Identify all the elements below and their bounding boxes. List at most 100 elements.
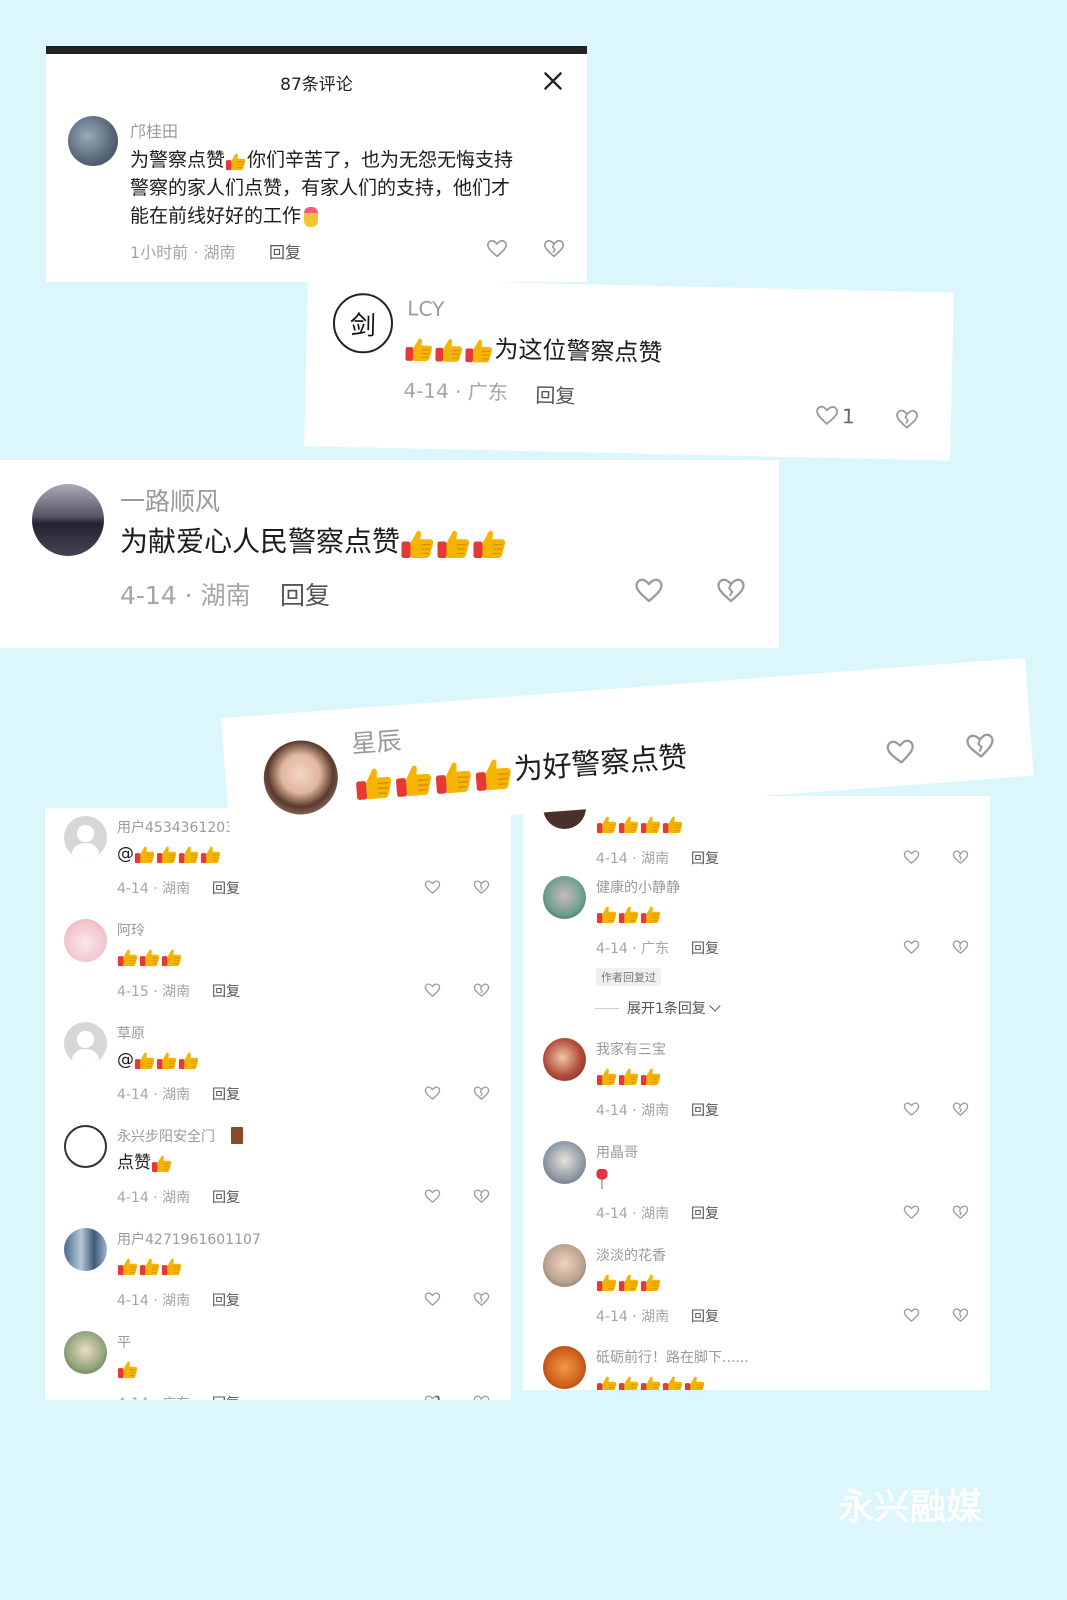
commenter-name[interactable]: 平 [117, 1332, 131, 1352]
comment-text [596, 902, 662, 926]
reply-button[interactable]: 回复 [212, 1393, 240, 1400]
thumbs-up-icon [596, 1272, 662, 1292]
dislike-heart-icon[interactable] [952, 1101, 969, 1118]
commenter-name[interactable]: 我家有三宝 [596, 1039, 666, 1059]
comment-text-part: @ [117, 844, 134, 864]
avatar[interactable] [543, 1244, 586, 1287]
heart-icon[interactable] [486, 238, 508, 260]
avatar[interactable] [64, 1331, 107, 1374]
avatar[interactable] [64, 1228, 107, 1271]
reply-button[interactable]: 回复 [691, 1100, 719, 1120]
like-count: 1 [434, 1395, 442, 1400]
reply-button[interactable]: 回复 [691, 848, 719, 868]
reply-button[interactable]: 回复 [691, 1306, 719, 1326]
dislike-heart-icon[interactable] [473, 1291, 490, 1308]
avatar[interactable] [68, 116, 118, 166]
dislike-heart-icon[interactable] [716, 576, 746, 606]
comment-meta: 4-14 · 湖南 [117, 881, 191, 897]
dislike-heart-icon[interactable] [952, 939, 969, 956]
expand-replies-row[interactable]: 展开1条回复 [595, 998, 721, 1018]
comment-meta: 4-15 · 湖南 [117, 984, 191, 1000]
dislike-heart-icon[interactable] [543, 238, 565, 260]
list-item: 用晶哥 4-14 · 湖南 回复 [523, 1141, 990, 1241]
avatar[interactable] [64, 1125, 107, 1168]
dislike-heart-icon[interactable] [964, 730, 996, 762]
comment-text: 为好警察点赞 [353, 736, 689, 804]
avatar[interactable] [543, 876, 586, 919]
door-icon [231, 1127, 243, 1144]
avatar[interactable] [64, 1022, 107, 1065]
heart-icon[interactable] [903, 849, 920, 866]
heart-icon[interactable] [424, 1188, 441, 1205]
heart-icon[interactable] [815, 404, 840, 429]
thumbs-up-icon [596, 1374, 706, 1390]
comment-text: 点赞 [117, 1151, 173, 1175]
comment-text: 为这位警察点赞 [404, 330, 663, 370]
reply-button[interactable]: 回复 [212, 1084, 240, 1104]
reply-button[interactable]: 回复 [212, 878, 240, 898]
heart-icon[interactable] [424, 982, 441, 999]
commenter-name[interactable]: 砥砺前行！路在脚下...... [596, 1347, 749, 1367]
reply-button[interactable]: 回复 [212, 1290, 240, 1310]
avatar[interactable] [543, 1038, 586, 1081]
list-item: 阿玲 4-15 · 湖南 回复 [45, 917, 511, 1017]
avatar[interactable] [64, 919, 107, 962]
reply-button[interactable]: 回复 [269, 239, 301, 263]
heart-icon[interactable] [903, 1204, 920, 1221]
commenter-name[interactable]: 星辰 [350, 721, 403, 761]
dislike-heart-icon[interactable] [952, 849, 969, 866]
reply-button[interactable]: 回复 [280, 576, 330, 612]
dislike-heart-icon[interactable] [473, 879, 490, 896]
avatar[interactable] [261, 737, 341, 818]
commenter-name[interactable]: 永兴步阳安全门 [117, 1126, 215, 1146]
comment-list-right: 4-14 · 湖南 回复 健康的小静静 4-14 · 广东 回复 作者回复过 我家有三宝 4-… [523, 796, 990, 1390]
reply-button[interactable]: 回复 [212, 981, 240, 1001]
reply-button[interactable]: 回复 [535, 379, 576, 409]
commenter-name[interactable]: 一路顺风 [120, 482, 220, 518]
close-icon[interactable] [540, 68, 566, 94]
dislike-heart-icon[interactable] [473, 982, 490, 999]
dislike-heart-icon[interactable] [473, 1394, 490, 1400]
dislike-heart-icon[interactable] [895, 407, 920, 432]
commenter-name[interactable]: 邝桂田 [130, 118, 178, 142]
heart-icon[interactable] [903, 1307, 920, 1324]
avatar[interactable] [543, 1141, 586, 1184]
commenter-name[interactable]: 健康的小静静 [596, 877, 680, 897]
thumbs-up-icon [134, 1050, 200, 1070]
commenter-name[interactable]: 草原 [117, 1023, 145, 1043]
thumbs-up-icon [596, 1066, 662, 1086]
avatar[interactable] [64, 816, 107, 859]
heart-icon[interactable] [424, 1291, 441, 1308]
reply-button[interactable]: 回复 [212, 1187, 240, 1207]
heart-icon[interactable] [634, 576, 664, 606]
comment-meta: 4-14 · 湖南 [596, 851, 670, 867]
heart-icon[interactable] [424, 1085, 441, 1102]
thumbs-up-icon [134, 844, 222, 864]
dislike-heart-icon[interactable] [473, 1188, 490, 1205]
comment-meta: 1小时前 · 湖南 [130, 243, 236, 262]
thumbs-up-icon [353, 753, 515, 800]
commenter-name[interactable]: 用晶哥 [596, 1142, 638, 1162]
commenter-name[interactable]: LCY [407, 296, 445, 321]
commenter-name[interactable]: 阿玲 [117, 920, 145, 940]
dislike-heart-icon[interactable] [952, 1204, 969, 1221]
comment-text-part: @ [117, 1050, 134, 1070]
heart-icon[interactable] [903, 939, 920, 956]
heart-icon[interactable] [903, 1101, 920, 1118]
heart-icon[interactable] [885, 736, 917, 768]
thumbs-up-icon [117, 1256, 183, 1276]
avatar[interactable]: 剑 [332, 292, 394, 354]
heart-icon[interactable] [424, 879, 441, 896]
comment-meta: 4-14 · 湖南 [117, 1293, 191, 1309]
dislike-heart-icon[interactable] [952, 1307, 969, 1324]
reply-button[interactable]: 回复 [691, 1203, 719, 1223]
commenter-name[interactable]: 淡淡的花香 [596, 1245, 666, 1265]
comment-text [596, 1270, 662, 1294]
reply-button[interactable]: 回复 [691, 938, 719, 958]
commenter-name[interactable]: 用户4271961601107 [117, 1229, 261, 1249]
dislike-heart-icon[interactable] [473, 1085, 490, 1102]
avatar[interactable] [32, 484, 104, 556]
thumbs-up-icon [151, 1153, 173, 1173]
avatar[interactable] [543, 1346, 586, 1389]
comment-text-part: 为好警察点赞 [512, 739, 689, 787]
